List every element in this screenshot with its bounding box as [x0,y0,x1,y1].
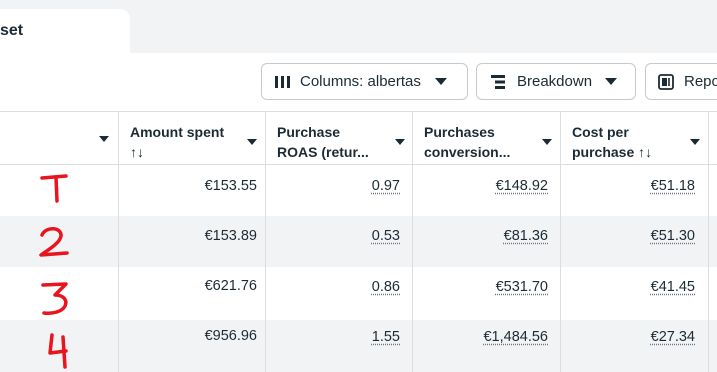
conversion-cell[interactable]: €81.36 [504,228,548,244]
roas-cell[interactable]: 0.97 [372,178,400,194]
tab-label: set [0,22,24,39]
roas-cell[interactable]: 1.55 [372,329,400,345]
annotation-2 [39,227,69,257]
columns-icon [275,75,291,89]
chevron-down-icon [605,78,618,85]
breakdown-icon [490,74,506,89]
amount-spent-cell: €621.76 [204,278,257,294]
table-row[interactable] [0,269,717,320]
chevron-down-icon[interactable] [690,139,700,145]
chevron-down-icon[interactable] [542,139,552,145]
breakdown-button[interactable]: Breakdown [476,63,636,100]
reports-icon [658,73,674,90]
conversion-cell[interactable]: €148.92 [496,178,548,194]
conversion-cell[interactable]: €1,484.56 [483,329,548,345]
cost-per-purchase-cell[interactable]: €51.30 [651,228,695,244]
header-line1: Purchase [277,124,341,140]
columns-label: Columns: albertas [300,73,421,90]
header-line1: Cost per [572,124,629,140]
annotation-3 [41,282,68,315]
reports-label: Repo [684,73,717,90]
columns-button[interactable]: Columns: albertas [261,63,468,100]
column-header-purchase-roas[interactable]: Purchase ROAS (retur... [265,112,395,164]
annotation-1 [40,174,68,203]
header-line2: purchase ↑↓ [572,144,653,160]
chevron-down-icon[interactable] [99,136,109,142]
column-header-purchases-conversion[interactable]: Purchases conversion... [412,112,542,164]
table-row[interactable] [0,216,717,267]
cost-per-purchase-cell[interactable]: €51.18 [651,178,695,194]
reports-button[interactable]: Repo [645,63,717,100]
header-line2: ROAS (retur... [277,144,369,160]
roas-cell[interactable]: 0.53 [372,228,400,244]
header-line1: Purchases [424,124,495,140]
column-divider [708,112,709,372]
column-header-cost-per-purchase[interactable]: Cost per purchase ↑↓ [560,112,690,164]
chevron-down-icon[interactable] [247,139,257,145]
column-header-amount-spent[interactable]: Amount spent ↑↓ [118,112,265,164]
header-line2: conversion... [424,144,511,160]
header-line2: ↑↓ [130,144,144,160]
amount-spent-cell: €153.89 [204,228,257,244]
amount-spent-cell: €956.96 [204,328,257,344]
breakdown-label: Breakdown [517,73,593,90]
table-row[interactable] [0,320,717,372]
table-row[interactable] [0,165,717,216]
cost-per-purchase-cell[interactable]: €41.45 [651,279,695,295]
roas-cell[interactable]: 0.86 [372,279,400,295]
header-line1: Amount spent [130,124,225,140]
chevron-down-icon[interactable] [395,139,405,145]
amount-spent-cell: €153.55 [204,178,257,194]
annotation-4 [48,333,68,369]
conversion-cell[interactable]: €531.70 [496,279,548,295]
chevron-down-icon [434,78,447,85]
cost-per-purchase-cell[interactable]: €27.34 [651,329,695,345]
data-table: Amount spent ↑↓ Purchase ROAS (retur... … [0,111,717,372]
